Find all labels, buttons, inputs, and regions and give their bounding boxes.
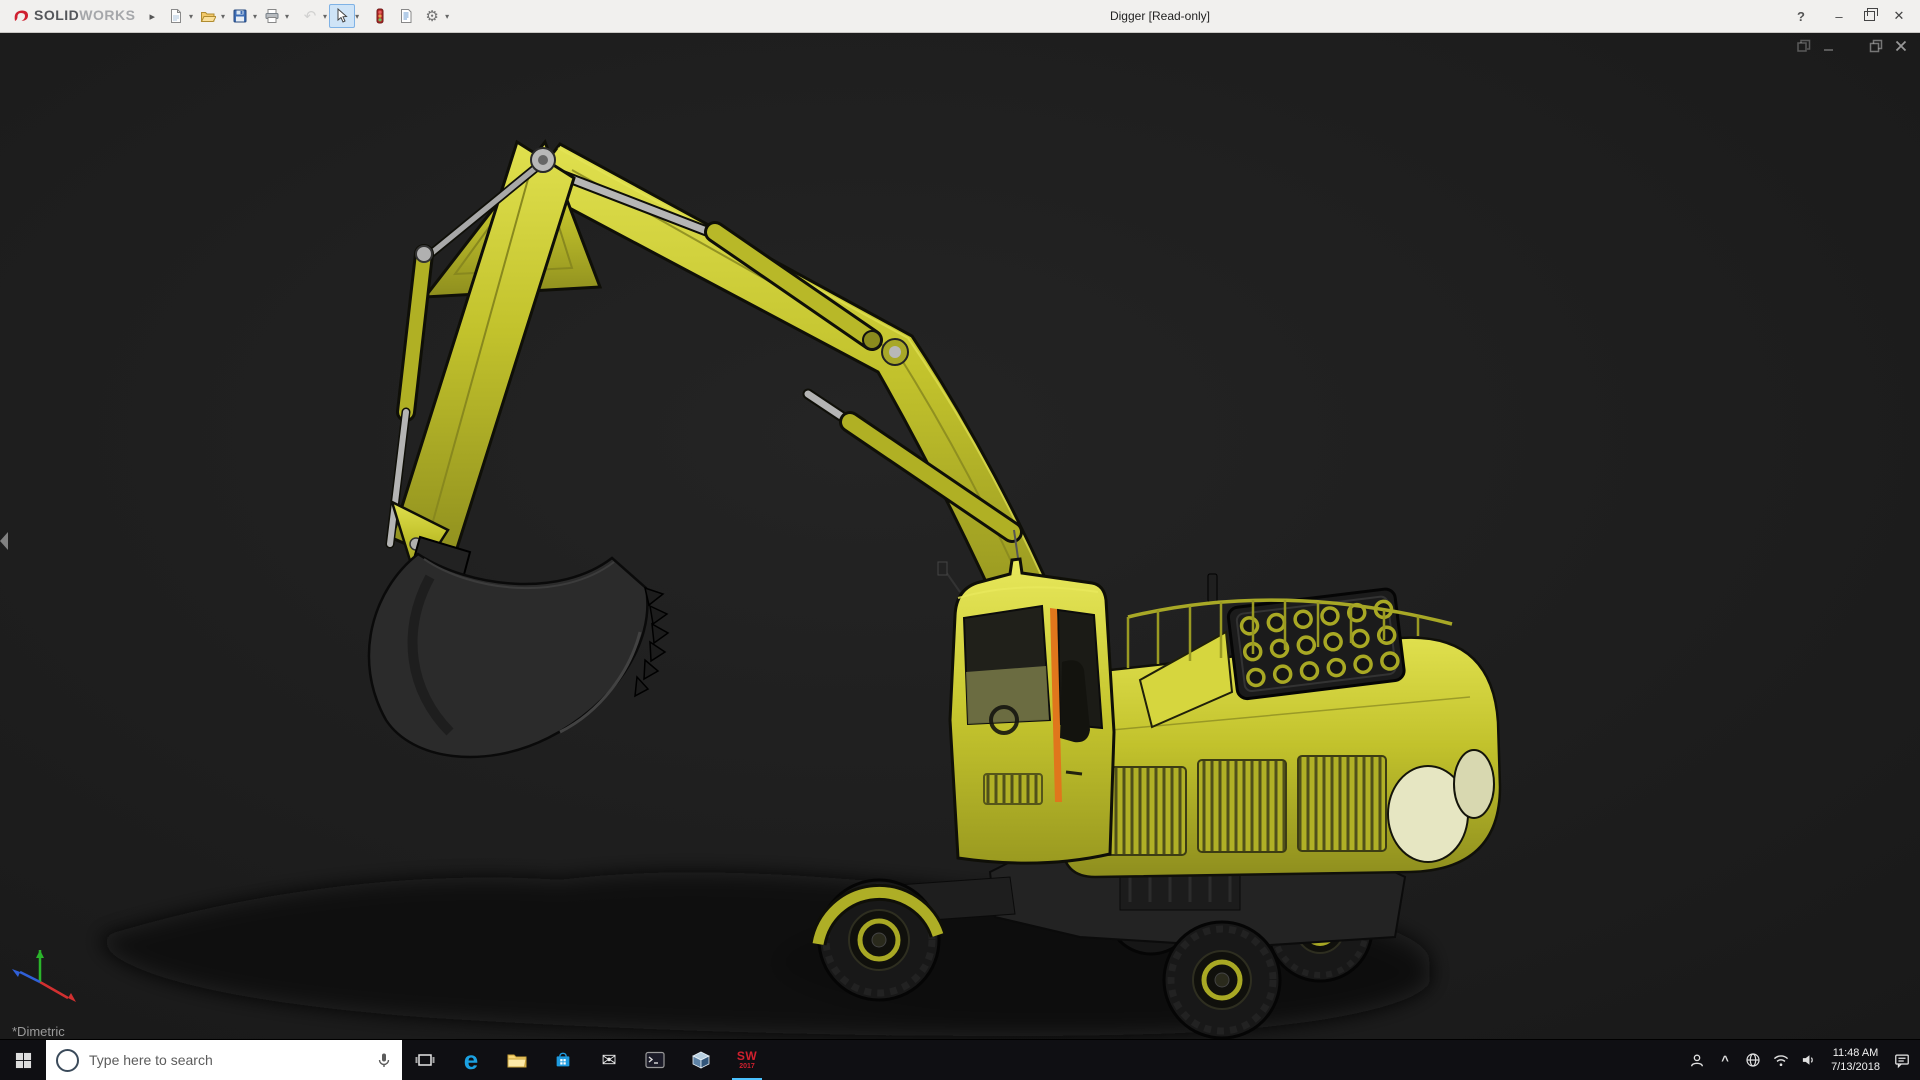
feature-manager-collapsed-tab[interactable] <box>0 532 8 550</box>
brand-text-solid: SOLID <box>34 7 79 23</box>
rebuild-button[interactable] <box>367 4 393 28</box>
new-document-button[interactable] <box>163 4 189 28</box>
restore-icon <box>1864 11 1875 21</box>
window-controls: ? – ✕ <box>1786 2 1914 30</box>
restore-button[interactable] <box>1854 2 1884 30</box>
file-explorer-button[interactable] <box>494 1040 540 1080</box>
command-prompt-button[interactable] <box>632 1040 678 1080</box>
network-button[interactable] <box>1739 1040 1767 1080</box>
open-button[interactable] <box>195 4 221 28</box>
undo-caret[interactable]: ▾ <box>323 12 327 21</box>
save-button[interactable] <box>227 4 253 28</box>
mail-icon: ✉ <box>601 1051 616 1069</box>
windows-logo-icon <box>15 1052 32 1069</box>
start-button[interactable] <box>0 1040 46 1080</box>
rear-left-wheel <box>1164 922 1280 1038</box>
minimize-button[interactable]: – <box>1824 2 1854 30</box>
graphics-viewport[interactable]: *Dimetric <box>0 32 1920 1040</box>
minimize-doc-icon[interactable] <box>1822 39 1836 53</box>
select-cursor-icon <box>334 8 350 24</box>
taskbar-search-box[interactable] <box>46 1040 402 1080</box>
solidworks-2017-icon: SW 2017 <box>737 1050 757 1070</box>
new-document-caret[interactable]: ▾ <box>189 12 193 21</box>
file-properties-button[interactable] <box>393 4 419 28</box>
view-orientation-label: *Dimetric <box>12 1024 65 1039</box>
cortana-icon[interactable] <box>56 1049 79 1072</box>
action-center-icon <box>1894 1052 1910 1069</box>
store-button[interactable] <box>540 1040 586 1080</box>
tray-overflow-button[interactable]: ^ <box>1711 1040 1739 1080</box>
save-icon <box>232 8 248 24</box>
print-button[interactable] <box>259 4 285 28</box>
exhaust-pipe <box>1208 574 1217 602</box>
store-icon <box>553 1050 573 1070</box>
taskbar: e ✉ SW 2017 <box>0 1039 1920 1080</box>
solidworks-brand: SOLIDWORKS <box>6 7 141 25</box>
network-globe-icon <box>1745 1052 1761 1068</box>
system-tray: ^ 11:48 AM 7/13/2018 <box>1683 1040 1920 1080</box>
digger-excavator-3d-model[interactable] <box>0 32 1920 1040</box>
brand-text-works: WORKS <box>79 7 135 23</box>
chevron-up-icon: ^ <box>1721 1054 1729 1067</box>
save-caret[interactable]: ▾ <box>253 12 257 21</box>
file-explorer-icon <box>506 1049 528 1071</box>
search-input[interactable] <box>87 1051 368 1069</box>
wifi-button[interactable] <box>1767 1040 1795 1080</box>
open-caret[interactable]: ▾ <box>221 12 225 21</box>
restore-doc-icon[interactable] <box>1869 39 1883 53</box>
close-doc-icon[interactable] <box>1894 39 1908 53</box>
undo-icon: ↶ <box>304 9 317 24</box>
restore-down-icon[interactable] <box>1797 39 1811 53</box>
close-button[interactable]: ✕ <box>1884 2 1914 30</box>
undo-button[interactable]: ↶ <box>297 4 323 28</box>
task-view-icon <box>415 1050 435 1070</box>
door-handle <box>1066 772 1082 774</box>
edge-icon: e <box>464 1047 478 1073</box>
file-properties-icon <box>398 8 414 24</box>
volume-button[interactable] <box>1795 1040 1823 1080</box>
clock-date: 7/13/2018 <box>1831 1060 1880 1074</box>
action-center-button[interactable] <box>1888 1040 1916 1080</box>
solidworks-part-cube-icon <box>690 1049 712 1071</box>
options-button[interactable]: ⚙ <box>419 4 445 28</box>
solidworks-2017-button[interactable]: SW 2017 <box>724 1040 770 1080</box>
rebuild-icon <box>372 8 388 24</box>
new-document-icon <box>168 8 184 24</box>
command-prompt-icon <box>645 1051 665 1069</box>
volume-icon <box>1801 1052 1817 1068</box>
mail-button[interactable]: ✉ <box>586 1040 632 1080</box>
clock-time: 11:48 AM <box>1833 1046 1879 1060</box>
open-folder-icon <box>200 8 216 24</box>
toolbar-expand-arrow[interactable]: ▸ <box>141 10 163 23</box>
document-window-controls <box>1797 39 1908 53</box>
taskbar-clock[interactable]: 11:48 AM 7/13/2018 <box>1823 1046 1888 1075</box>
select-button[interactable] <box>329 4 355 28</box>
titlebar: SOLIDWORKS ▸ ▾ ▾ ▾ <box>0 0 1920 33</box>
window-title: Digger [Read-only] <box>1110 9 1210 23</box>
people-icon <box>1689 1052 1705 1069</box>
mirror <box>938 562 947 575</box>
task-view-button[interactable] <box>402 1040 448 1080</box>
quick-access-toolbar: ▾ ▾ ▾ ▾ ↶ ▾ <box>163 4 451 28</box>
help-button[interactable]: ? <box>1786 2 1816 30</box>
microphone-icon[interactable] <box>376 1052 392 1068</box>
print-caret[interactable]: ▾ <box>285 12 289 21</box>
wifi-icon <box>1773 1053 1789 1068</box>
edge-button[interactable]: e <box>448 1040 494 1080</box>
solidworks-part-button[interactable] <box>678 1040 724 1080</box>
options-gear-icon: ⚙ <box>425 9 438 24</box>
select-caret[interactable]: ▾ <box>355 12 359 21</box>
people-button[interactable] <box>1683 1040 1711 1080</box>
ds-logo-icon <box>12 8 30 24</box>
print-icon <box>264 8 280 24</box>
options-caret[interactable]: ▾ <box>445 12 449 21</box>
